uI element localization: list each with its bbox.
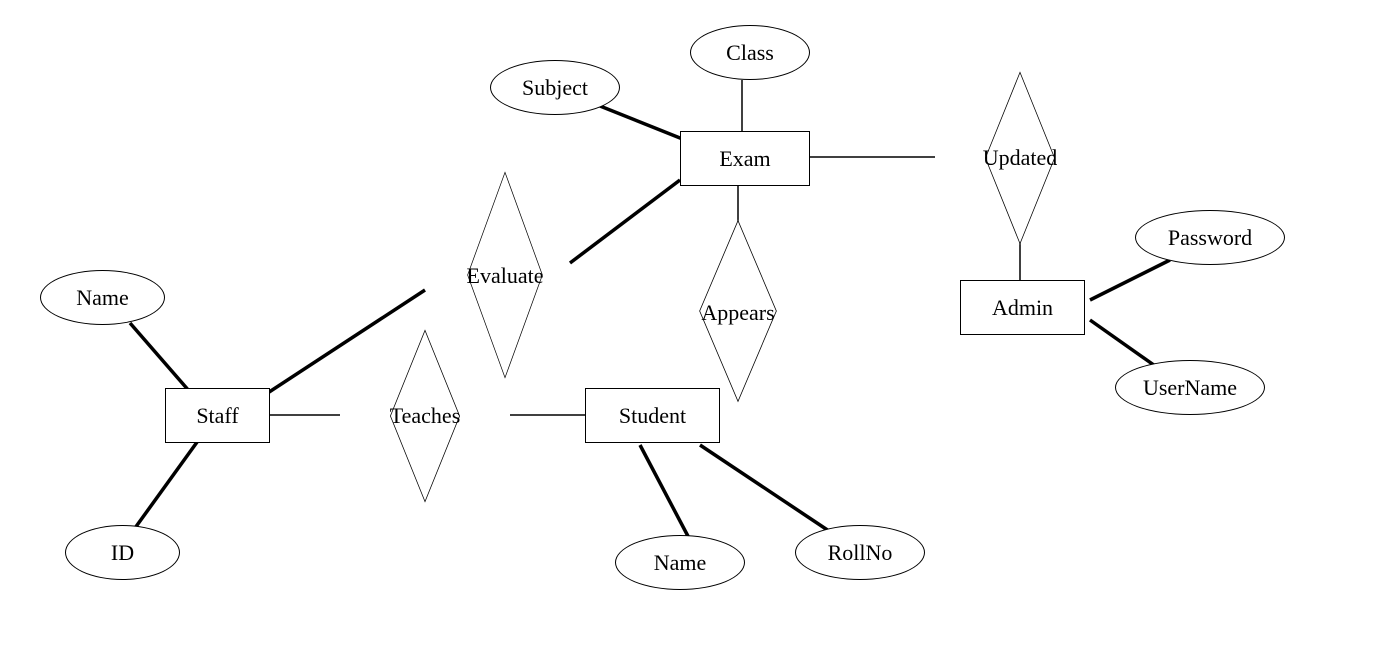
attribute-admin-username: UserName: [1115, 360, 1265, 415]
relationship-evaluate-shape: [467, 171, 542, 378]
attribute-staff-id-label: ID: [111, 540, 134, 566]
attribute-admin-password-label: Password: [1168, 225, 1252, 251]
attribute-student-name-label: Name: [654, 550, 707, 576]
entity-exam: Exam: [680, 131, 810, 186]
attribute-student-name: Name: [615, 535, 745, 590]
entity-staff-label: Staff: [196, 403, 238, 429]
entity-student: Student: [585, 388, 720, 443]
attribute-admin-username-label: UserName: [1143, 375, 1237, 401]
attribute-subject: Subject: [490, 60, 620, 115]
attribute-subject-label: Subject: [522, 75, 588, 101]
attribute-class: Class: [690, 25, 810, 80]
attribute-staff-id: ID: [65, 525, 180, 580]
attribute-admin-password: Password: [1135, 210, 1285, 265]
entity-admin: Admin: [960, 280, 1085, 335]
er-diagram-canvas: Class Subject Name ID Name RollNo Passwo…: [0, 0, 1392, 668]
attribute-staff-name-label: Name: [76, 285, 129, 311]
entity-student-label: Student: [619, 403, 686, 429]
relationship-updated-shape: [985, 71, 1055, 244]
entity-admin-label: Admin: [992, 295, 1053, 321]
entity-exam-label: Exam: [719, 146, 770, 172]
attribute-student-rollno-label: RollNo: [828, 540, 893, 566]
attribute-class-label: Class: [726, 40, 774, 66]
relationship-appears-shape: [699, 220, 777, 403]
attribute-student-rollno: RollNo: [795, 525, 925, 580]
attribute-staff-name: Name: [40, 270, 165, 325]
relationship-teaches-shape: [390, 329, 460, 502]
entity-staff: Staff: [165, 388, 270, 443]
